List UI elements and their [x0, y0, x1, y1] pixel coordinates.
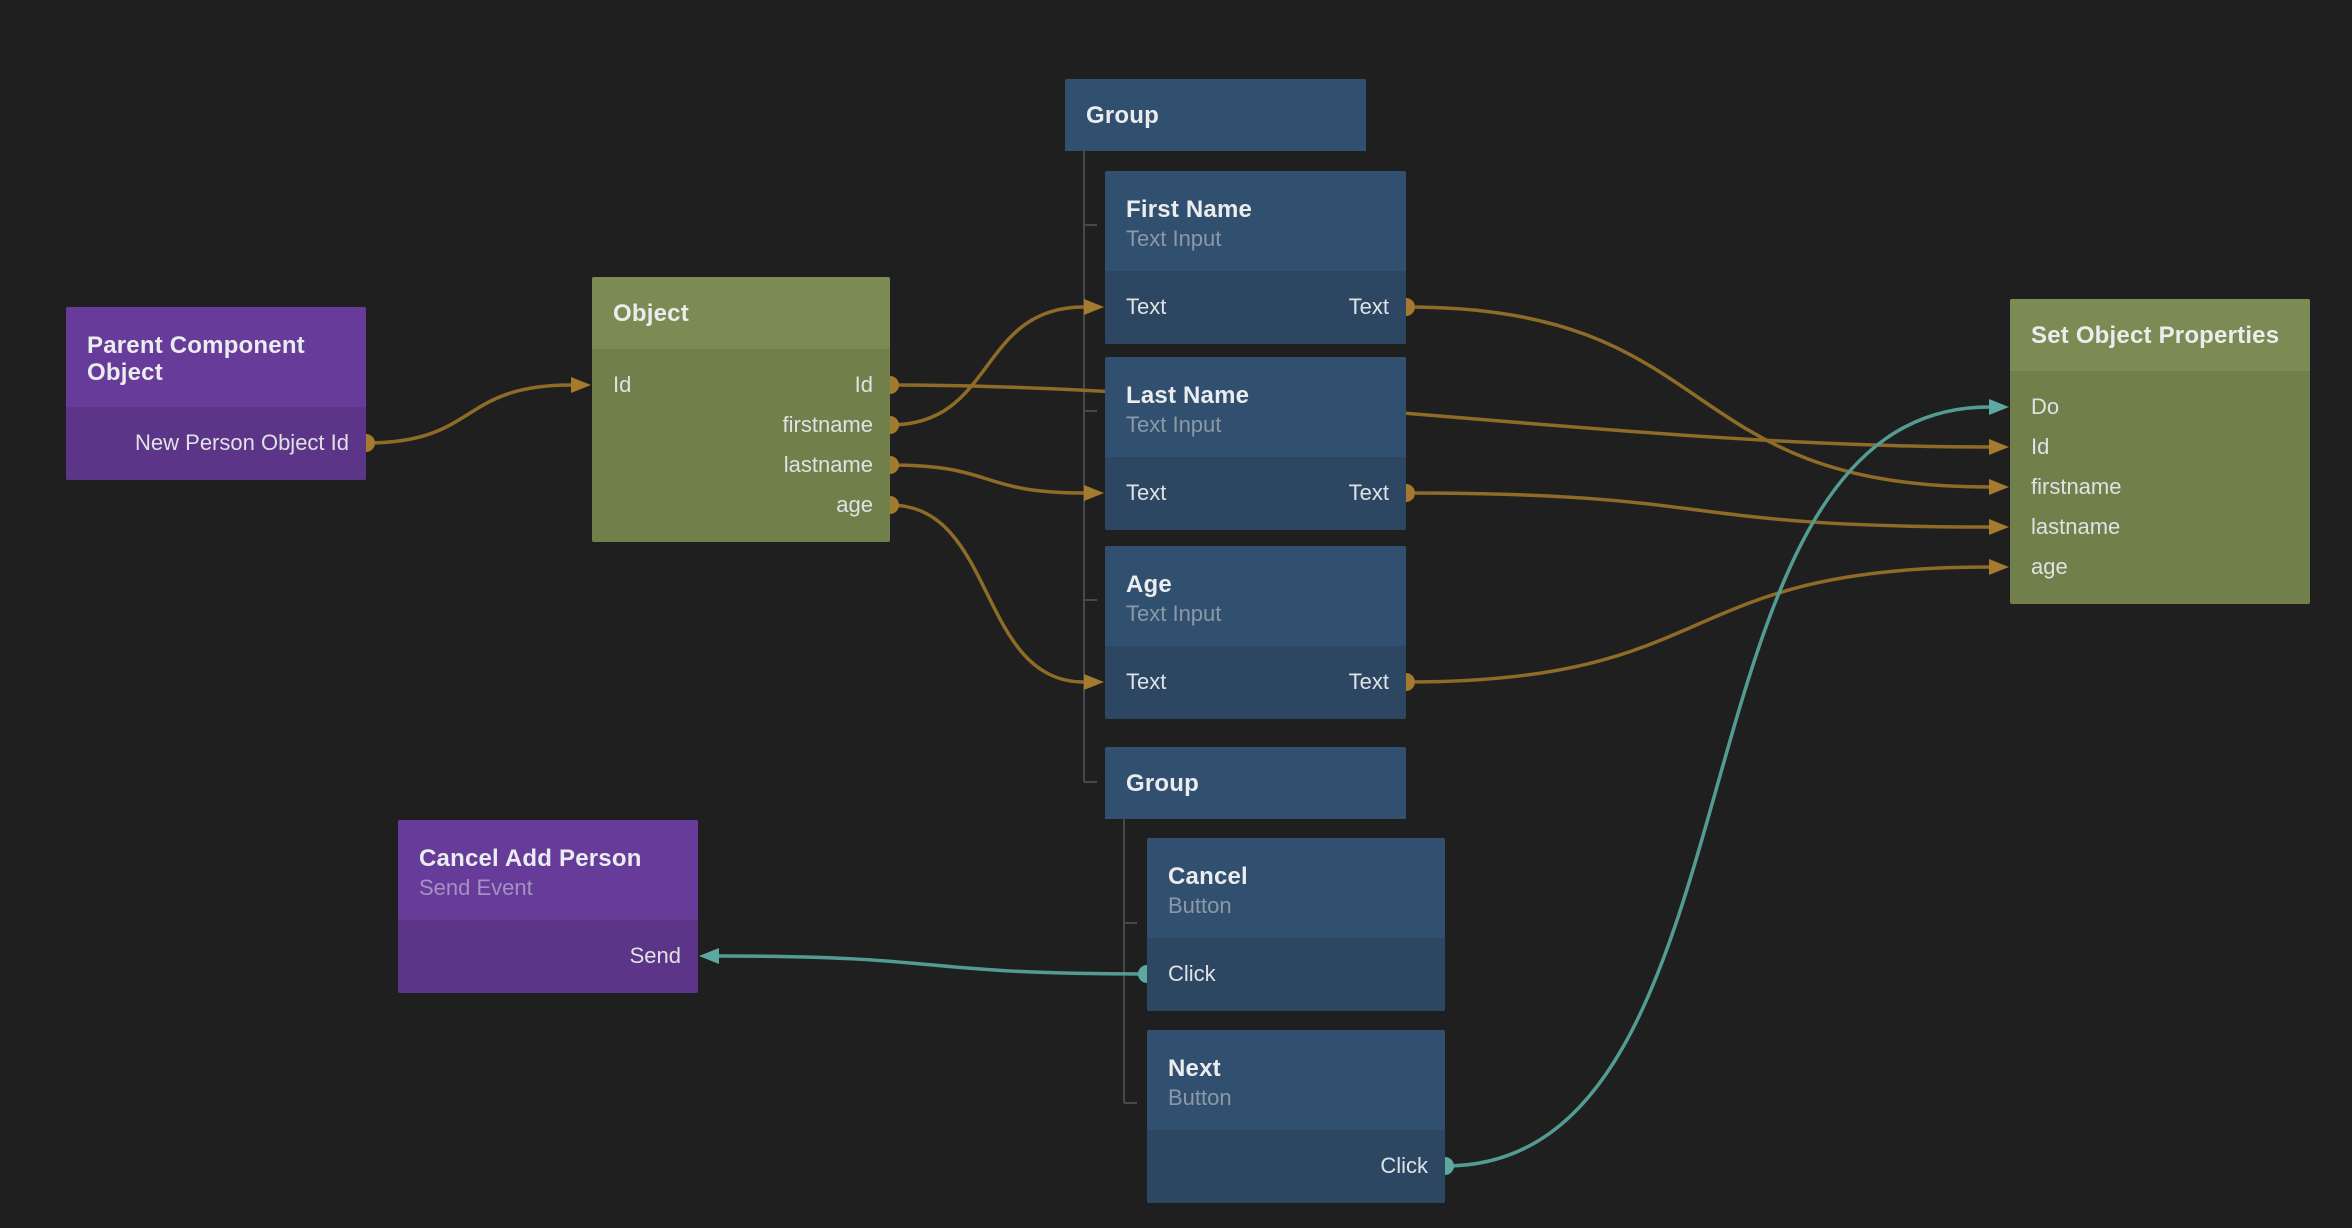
node-title: Age: [1126, 571, 1389, 598]
wire-w4[interactable]: [890, 465, 1084, 493]
port-text-in-in[interactable]: Text: [1126, 473, 1166, 513]
node-title: Group: [1126, 770, 1389, 797]
node-subtitle: Text Input: [1126, 226, 1389, 252]
wire-arrowhead-icon[interactable]: [1084, 299, 1104, 315]
node-title: Cancel: [1168, 863, 1428, 890]
wire-arrowhead-icon[interactable]: [1989, 519, 2009, 535]
node-subtitle: Button: [1168, 1085, 1428, 1111]
node-header[interactable]: Age Text Input: [1105, 546, 1406, 646]
port-click-out[interactable]: Click: [1168, 954, 1216, 994]
node-next-button[interactable]: Next Button Click: [1147, 1030, 1445, 1203]
port-text-out-out[interactable]: Text: [1349, 662, 1389, 702]
node-header[interactable]: Object: [592, 277, 890, 349]
node-header[interactable]: Cancel Add Person Send Event: [398, 820, 698, 920]
node-subtitle: Button: [1168, 893, 1428, 919]
node-title: First Name: [1126, 196, 1389, 223]
node-title: Group: [1086, 102, 1349, 129]
wire-arrowhead-icon[interactable]: [1084, 485, 1104, 501]
wire-arrowhead-icon[interactable]: [1989, 399, 2009, 415]
port-lastname-out[interactable]: lastname: [784, 445, 873, 485]
node-subtitle: Send Event: [419, 875, 681, 901]
wire-arrowhead-icon[interactable]: [1989, 439, 2009, 455]
node-cancel-button[interactable]: Cancel Button Click: [1147, 838, 1445, 1011]
wire-arrowhead-icon[interactable]: [1989, 559, 2009, 575]
node-header[interactable]: Cancel Button: [1147, 838, 1445, 938]
wire-w7[interactable]: [1406, 493, 1989, 527]
wire-arrowhead-icon[interactable]: [1989, 479, 2009, 495]
wire-w9[interactable]: [719, 956, 1147, 974]
port-age-in[interactable]: age: [2031, 547, 2068, 587]
port-lastname-in[interactable]: lastname: [2031, 507, 2120, 547]
port-id-in[interactable]: Id: [2031, 427, 2049, 467]
node-title: Last Name: [1126, 382, 1389, 409]
node-object[interactable]: ObjectIdIdfirstnamelastnameage: [592, 277, 890, 542]
port-text-out-out[interactable]: Text: [1349, 287, 1389, 327]
node-title: Set Object Properties: [2031, 322, 2293, 349]
port-firstname-out[interactable]: firstname: [783, 405, 873, 445]
node-header[interactable]: Next Button: [1147, 1030, 1445, 1130]
port-text-in-in[interactable]: Text: [1126, 287, 1166, 327]
node-title: Object: [613, 300, 873, 327]
node-title: Cancel Add Person: [419, 845, 681, 872]
wire-w6[interactable]: [1406, 307, 1989, 487]
node-set-object-properties[interactable]: Set Object Properties DoIdfirstnamelastna…: [2010, 299, 2310, 604]
port-send-in[interactable]: Send: [630, 936, 681, 976]
wire-arrowhead-icon[interactable]: [571, 377, 591, 393]
node-group-1[interactable]: Group: [1065, 79, 1366, 151]
port-click-out[interactable]: Click: [1380, 1146, 1428, 1186]
node-header[interactable]: Last Name Text Input: [1105, 357, 1406, 457]
port-do-in[interactable]: Do: [2031, 387, 2059, 427]
port-new-person-object-id-out[interactable]: New Person Object Id: [135, 423, 349, 463]
wire-w1[interactable]: [366, 385, 571, 443]
wire-w10[interactable]: [1445, 407, 1989, 1166]
node-age-input[interactable]: Age Text Input Text Text: [1105, 546, 1406, 719]
node-subtitle: Text Input: [1126, 601, 1389, 627]
node-parent-component-object[interactable]: Parent Component Object New Person Object…: [66, 307, 366, 480]
wire-arrowhead-icon[interactable]: [1084, 674, 1104, 690]
wire-w2[interactable]: [890, 385, 1989, 447]
node-group-2[interactable]: Group: [1105, 747, 1406, 819]
node-editor-canvas[interactable]: Parent Component Object New Person Object…: [0, 0, 2352, 1228]
node-title: Next: [1168, 1055, 1428, 1082]
wire-w5[interactable]: [890, 505, 1084, 682]
port-id-out-out[interactable]: Id: [855, 365, 873, 405]
port-id-in-in[interactable]: Id: [613, 365, 631, 405]
node-first-name[interactable]: First Name Text Input Text Text: [1105, 171, 1406, 344]
wire-arrowhead-icon[interactable]: [699, 948, 719, 964]
port-text-in-in[interactable]: Text: [1126, 662, 1166, 702]
wire-w8[interactable]: [1406, 567, 1989, 682]
port-age-out[interactable]: age: [836, 485, 873, 525]
node-header[interactable]: Group: [1065, 79, 1366, 151]
node-header[interactable]: Parent Component Object: [66, 307, 366, 407]
port-firstname-in[interactable]: firstname: [2031, 467, 2121, 507]
node-subtitle: Text Input: [1126, 412, 1389, 438]
node-cancel-add-person[interactable]: Cancel Add Person Send Event Send: [398, 820, 698, 993]
node-header[interactable]: First Name Text Input: [1105, 171, 1406, 271]
port-text-out-out[interactable]: Text: [1349, 473, 1389, 513]
node-last-name[interactable]: Last Name Text Input Text Text: [1105, 357, 1406, 530]
node-header[interactable]: Set Object Properties: [2010, 299, 2310, 371]
node-header[interactable]: Group: [1105, 747, 1406, 819]
node-title: Parent Component Object: [87, 332, 349, 386]
wire-w3[interactable]: [890, 307, 1084, 425]
